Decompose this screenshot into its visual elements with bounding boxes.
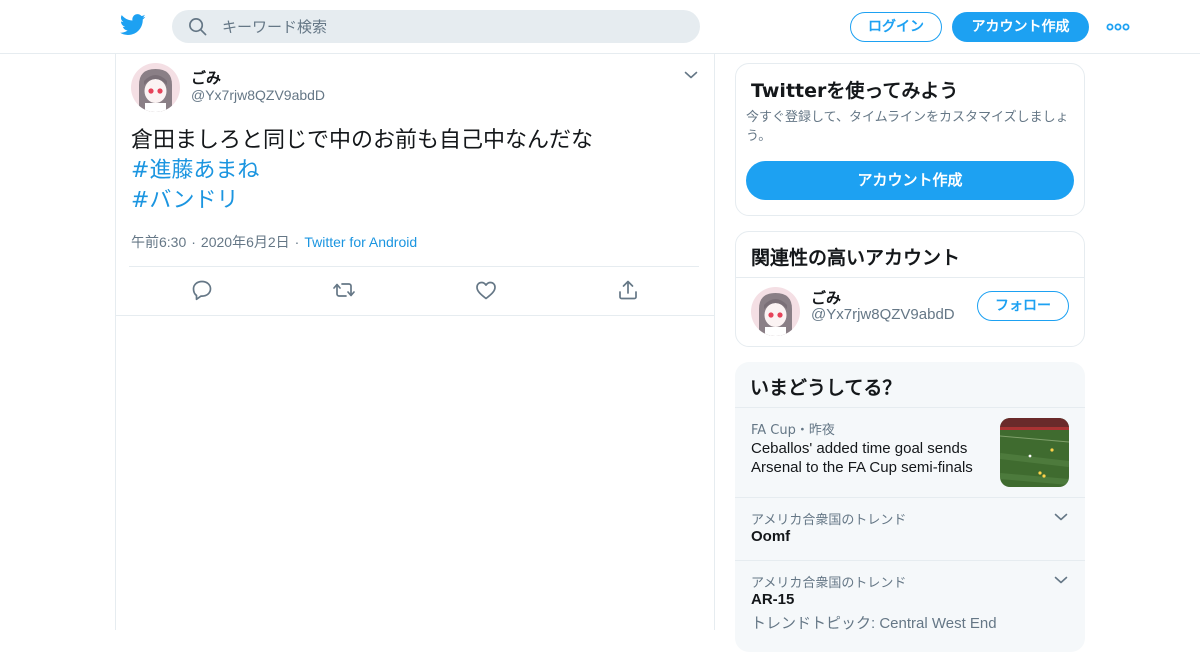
tweet-meta: 午前6:30 · 2020年6月2日 · Twitter for Android <box>131 234 418 250</box>
follow-button[interactable]: フォロー <box>977 291 1069 321</box>
trends-title: いまどうしてる？ <box>750 377 902 399</box>
search-box[interactable] <box>172 10 700 43</box>
user-handle[interactable]: @Yx7rjw8QZV9abdD <box>191 87 325 103</box>
signup-description: 今すぐ登録して、タイムラインをカスタマイズしましょう。 <box>746 110 1069 144</box>
login-button[interactable]: ログイン <box>850 12 942 42</box>
related-accounts-card: 関連性の高いアカウント ごみ @Yx7rjw8QZV9abdD フォロー <box>735 231 1085 347</box>
trend-meta: FA Cup・昨夜 <box>751 423 835 438</box>
tweet-text: 倉田ましろと同じで中のお前も自己中なんだな #進藤あまね #バンドリ <box>131 126 691 216</box>
trend-headline[interactable]: Ceballos' added time goal sends Arsenal … <box>751 439 991 477</box>
trends-card: いまどうしてる？ FA Cup・昨夜 Ceballos' added time … <box>735 362 1085 652</box>
tweet: ごみ @Yx7rjw8QZV9abdD 倉田ましろと同じで中のお前も自己中なんだ… <box>116 54 714 316</box>
like-icon[interactable] <box>474 278 498 302</box>
trend-meta: アメリカ合衆国のトレンド <box>751 576 907 591</box>
create-account-button[interactable]: アカウント作成 <box>746 161 1074 200</box>
chevron-down-icon[interactable] <box>684 70 698 80</box>
tweet-date[interactable]: 2020年6月2日 <box>201 234 290 250</box>
avatar[interactable] <box>751 287 800 336</box>
related-display-name[interactable]: ごみ <box>811 287 841 308</box>
share-icon[interactable] <box>616 278 640 302</box>
retweet-icon[interactable] <box>332 278 356 302</box>
search-input[interactable] <box>222 10 682 43</box>
trend-thumbnail[interactable] <box>1000 418 1069 487</box>
tweet-body: 倉田ましろと同じで中のお前も自己中なんだな <box>131 128 594 153</box>
signup-button[interactable]: アカウント作成 <box>952 12 1089 42</box>
reply-icon[interactable] <box>190 278 214 302</box>
trend-name[interactable]: Oomf <box>751 528 790 545</box>
avatar[interactable] <box>131 63 180 112</box>
trend-item[interactable]: アメリカ合衆国のトレンド Oomf <box>735 497 1085 560</box>
hashtag-link[interactable]: #バンドリ <box>131 186 691 216</box>
tweet-source-link[interactable]: Twitter for Android <box>304 234 417 250</box>
search-icon <box>189 18 207 36</box>
chevron-down-icon[interactable] <box>1054 575 1068 585</box>
signup-card-title: Twitterを使ってみよう <box>751 80 959 102</box>
display-name[interactable]: ごみ <box>191 67 221 88</box>
trend-name[interactable]: AR-15 <box>751 591 794 608</box>
related-accounts-title: 関連性の高いアカウント <box>751 247 961 269</box>
tweet-time[interactable]: 午前6:30 <box>131 234 186 250</box>
signup-card: Twitterを使ってみよう 今すぐ登録して、タイムラインをカスタマイズしましょ… <box>735 63 1085 216</box>
divider <box>129 266 699 267</box>
trend-meta: アメリカ合衆国のトレンド <box>751 513 907 528</box>
hashtag-link[interactable]: #進藤あまね <box>131 156 691 186</box>
twitter-logo-icon[interactable] <box>120 14 146 36</box>
top-bar: ログイン アカウント作成 <box>0 0 1200 54</box>
related-user-handle[interactable]: @Yx7rjw8QZV9abdD <box>811 306 955 323</box>
chevron-down-icon[interactable] <box>1054 512 1068 522</box>
trend-item[interactable]: FA Cup・昨夜 Ceballos' added time goal send… <box>735 407 1085 497</box>
divider <box>736 277 1084 278</box>
timeline-column: ごみ @Yx7rjw8QZV9abdD 倉田ましろと同じで中のお前も自己中なんだ… <box>115 54 715 630</box>
more-icon[interactable] <box>1106 18 1130 36</box>
trend-item[interactable]: アメリカ合衆国のトレンド AR-15 トレンドトピック: Central Wes… <box>735 560 1085 652</box>
